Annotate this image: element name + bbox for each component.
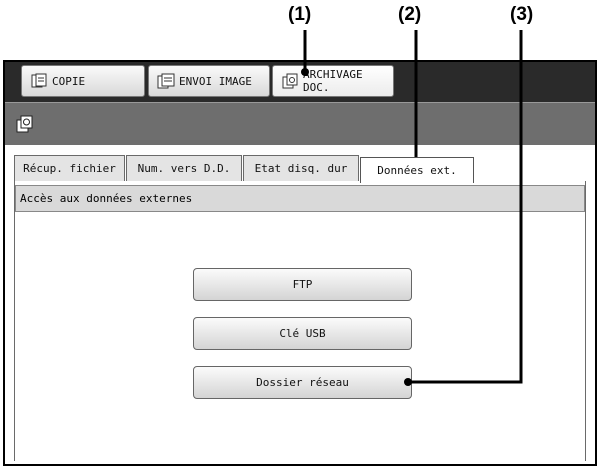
network-folder-button[interactable]: Dossier réseau [193,366,412,399]
tab-scan-to-hdd[interactable]: Num. vers D.D. [126,155,242,181]
document-filing-icon [16,115,33,133]
tab-hdd-status[interactable]: Etat disq. dur [243,155,359,181]
touch-panel-screen: COPIE ENVOI IMAGE ARCHIVAGE DOC. Récup. … [3,60,597,466]
image-send-mode-button[interactable]: ENVOI IMAGE [148,65,270,97]
callout-1: (1) [288,4,312,25]
copy-mode-label: COPIE [52,74,86,88]
callout-2: (2) [398,4,422,25]
document-filing-mode-label: ARCHIVAGE DOC. [303,68,363,94]
panel-header: Accès aux données externes [15,185,585,212]
mode-icon-bar [5,102,595,145]
document-filing-label-line1: ARCHIVAGE [303,68,363,81]
scan-send-icon [157,73,175,89]
tab-file-retrieve[interactable]: Récup. fichier [14,155,125,181]
copier-icon [31,73,47,88]
copy-mode-button[interactable]: COPIE [21,65,145,97]
image-send-mode-label: ENVOI IMAGE [179,74,252,88]
document-filing-mode-button[interactable]: ARCHIVAGE DOC. [272,65,394,97]
mode-bar: COPIE ENVOI IMAGE ARCHIVAGE DOC. [5,62,595,102]
callout-3: (3) [510,4,534,25]
document-filing-icon [282,73,298,89]
usb-key-button[interactable]: Clé USB [193,317,412,350]
document-filing-label-line2: DOC. [303,81,330,94]
tab-external-data[interactable]: Données ext. [360,157,474,183]
external-data-panel: Accès aux données externes FTP Clé USB D… [14,181,586,461]
tab-strip: Récup. fichier Num. vers D.D. Etat disq.… [5,145,595,183]
ftp-button[interactable]: FTP [193,268,412,301]
